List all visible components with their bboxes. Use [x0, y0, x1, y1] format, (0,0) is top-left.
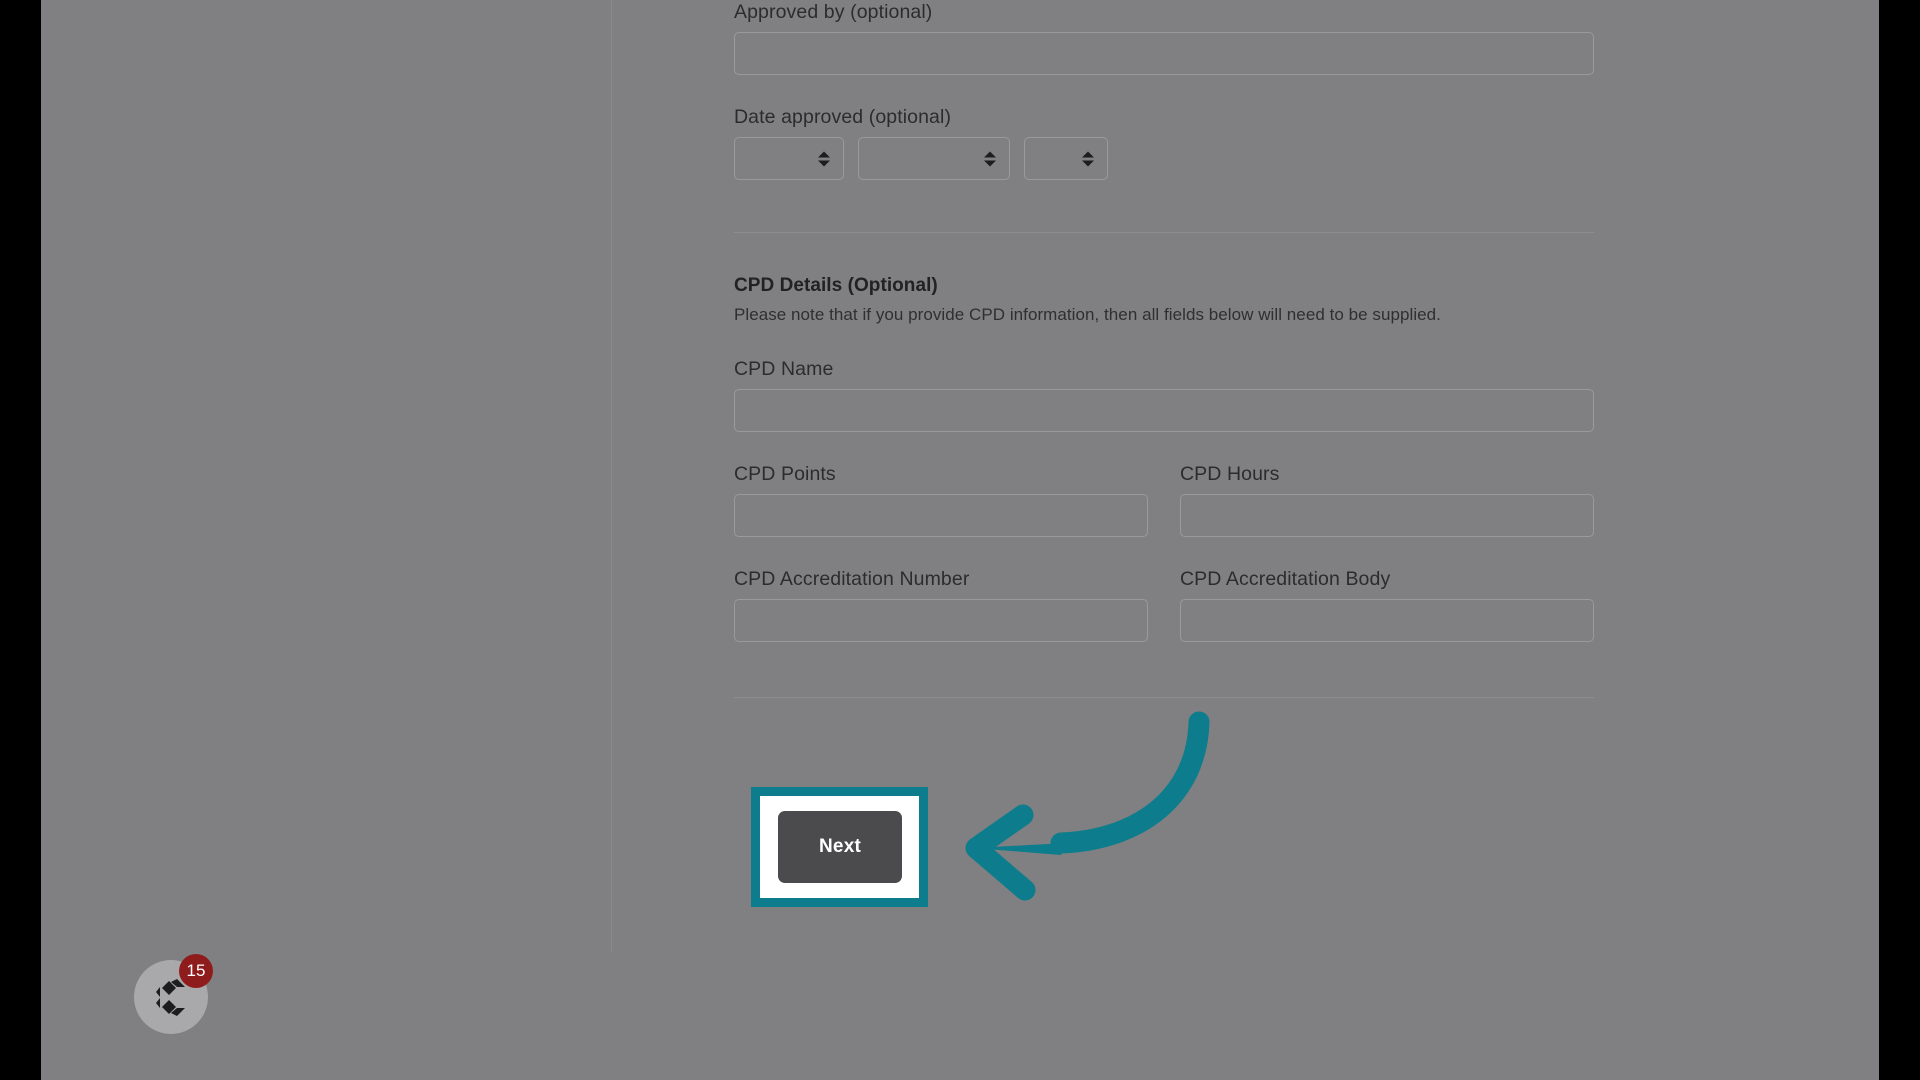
cpd-section-note: Please note that if you provide CPD info… — [734, 305, 1441, 324]
field-date-approved: Date approved (optional) — [734, 105, 1594, 180]
section-divider-bottom — [734, 697, 1594, 698]
date-year-select[interactable] — [1024, 137, 1108, 180]
cpd-accreditation-number-label: CPD Accreditation Number — [734, 568, 970, 590]
date-month-select[interactable] — [858, 137, 1010, 180]
cpd-accreditation-body-input[interactable] — [1180, 599, 1594, 642]
chat-unread-badge: 15 — [179, 954, 213, 988]
cpd-hours-label: CPD Hours — [1180, 463, 1280, 485]
field-cpd-accreditation-number: CPD Accreditation Number — [734, 567, 1148, 642]
cpd-accreditation-number-input[interactable] — [734, 599, 1148, 642]
chevron-updown-icon — [818, 149, 830, 168]
date-approved-label: Date approved (optional) — [734, 106, 952, 128]
dimmed-page-surface: Approved by (optional) Date approved (op… — [41, 0, 1879, 1080]
chevron-updown-icon — [1082, 149, 1094, 168]
cpd-accreditation-body-label: CPD Accreditation Body — [1180, 568, 1391, 590]
field-cpd-name: CPD Name — [734, 357, 1594, 432]
next-button[interactable]: Next — [778, 811, 902, 883]
date-approved-selects — [734, 137, 1594, 180]
screen-root: Approved by (optional) Date approved (op… — [0, 0, 1920, 1080]
cpd-points-hours-row: CPD Points CPD Hours — [734, 462, 1594, 537]
field-cpd-points: CPD Points — [734, 462, 1148, 537]
date-day-select[interactable] — [734, 137, 844, 180]
cpd-points-label: CPD Points — [734, 463, 836, 485]
cpd-accreditation-row: CPD Accreditation Number CPD Accreditati… — [734, 567, 1594, 642]
field-cpd-hours: CPD Hours — [1180, 462, 1594, 537]
registration-form: Approved by (optional) Date approved (op… — [734, 0, 1594, 698]
cpd-name-label: CPD Name — [734, 358, 834, 380]
chat-widget[interactable]: 15 — [134, 954, 213, 1034]
approved-by-input[interactable] — [734, 32, 1594, 75]
content-divider — [611, 0, 612, 952]
cpd-section-header: CPD Details (Optional) Please note that … — [734, 275, 1594, 325]
cpd-hours-input[interactable] — [1180, 494, 1594, 537]
field-cpd-accreditation-body: CPD Accreditation Body — [1180, 567, 1594, 642]
cpd-section-title: CPD Details (Optional) — [734, 275, 938, 296]
cpd-name-input[interactable] — [734, 389, 1594, 432]
chevron-updown-icon — [984, 149, 996, 168]
field-approved-by: Approved by (optional) — [734, 0, 1594, 75]
cpd-points-input[interactable] — [734, 494, 1148, 537]
annotation-arrow-icon — [965, 711, 1210, 901]
approved-by-label: Approved by (optional) — [734, 1, 933, 23]
section-divider-top — [734, 232, 1594, 233]
